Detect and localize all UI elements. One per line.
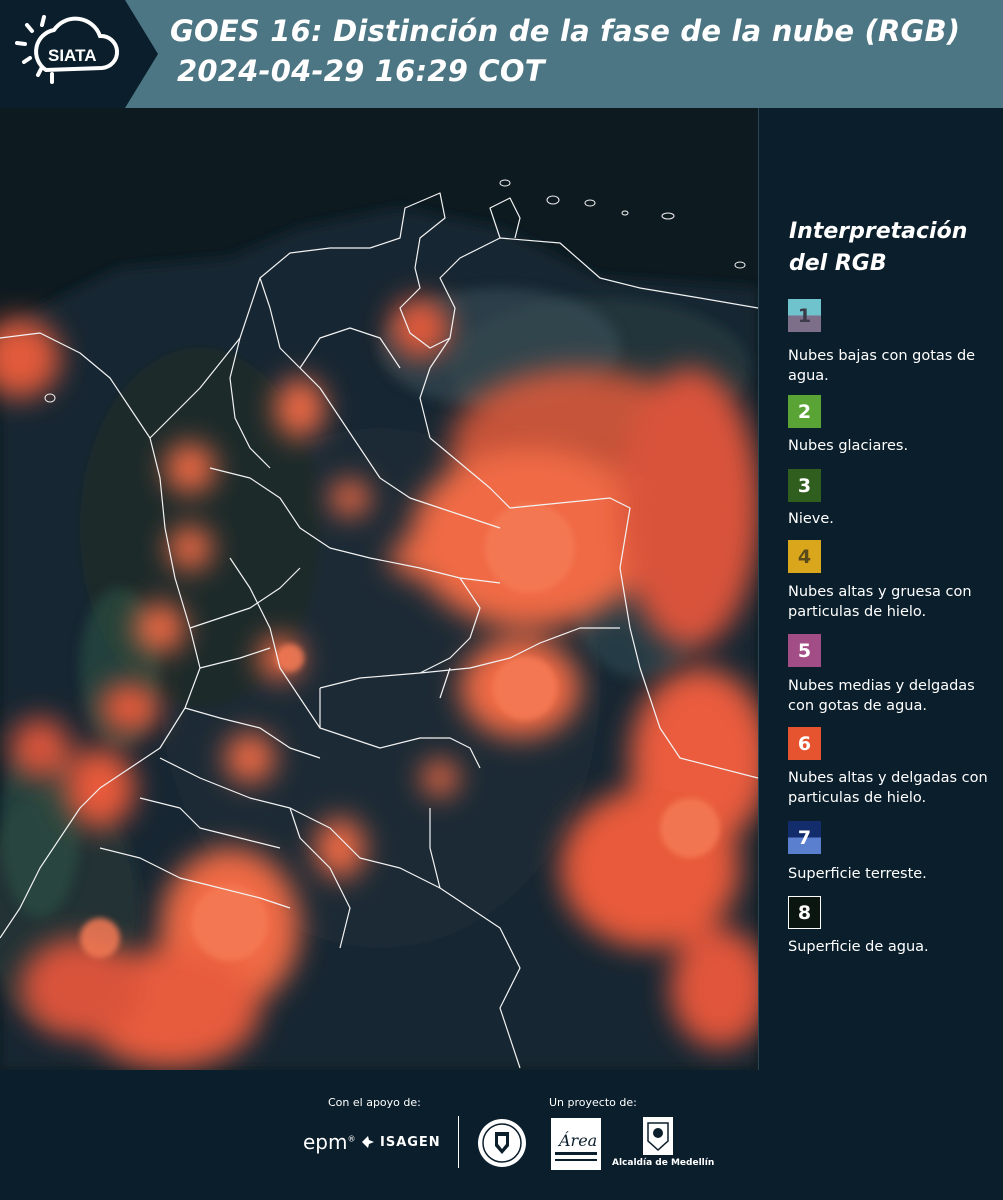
amva-logo-text: Área — [557, 1130, 597, 1150]
project-label: Un proyecto de: — [549, 1096, 637, 1109]
isagen-logo-text: ISAGEN — [380, 1134, 441, 1150]
legend-label-6: Nubes altas y delgadas con particulas de… — [788, 770, 988, 806]
legend-number-1: 1 — [797, 304, 812, 327]
university-seal-icon[interactable] — [477, 1118, 527, 1168]
satellite-image — [0, 108, 758, 1070]
legend-swatch-8: 8 — [788, 896, 821, 929]
footer: Con el apoyo de: Un proyecto de: epm® IS… — [0, 1070, 1003, 1200]
medellin-label: Alcaldía de Medellín — [612, 1158, 715, 1168]
isagen-icon — [362, 1136, 374, 1148]
legend-swatch-5: 5 — [788, 634, 821, 667]
legend-number-8: 8 — [797, 901, 812, 924]
header-bar: SIATA GOES 16: Distinción de la fase de … — [0, 0, 1003, 108]
map-divider — [758, 108, 759, 1070]
legend-number-2: 2 — [797, 400, 812, 423]
legend-swatch-4: 4 — [788, 540, 821, 573]
legend-label-8: Superficie de agua. — [788, 939, 929, 955]
legend-title: Interpretación del RGB — [789, 216, 999, 280]
footer-divider — [458, 1116, 459, 1168]
siata-logo[interactable]: SIATA — [0, 0, 158, 108]
amva-logo[interactable]: Área — [551, 1118, 601, 1170]
medellin-crest-icon[interactable] — [643, 1117, 673, 1155]
legend-number-5: 5 — [797, 639, 812, 662]
isagen-logo[interactable]: ISAGEN — [360, 1134, 441, 1150]
legend-swatch-1: 1 — [788, 299, 821, 332]
legend-swatch-6: 6 — [788, 727, 821, 760]
legend-label-2: Nubes glaciares. — [788, 438, 909, 454]
legend-swatch-7: 7 — [788, 821, 821, 854]
legend-number-3: 3 — [797, 474, 812, 497]
legend-number-4: 4 — [797, 545, 812, 568]
legend-swatch-2: 2 — [788, 395, 821, 428]
legend-panel: Interpretación del RGB 1 Nubes bajas con… — [760, 108, 1003, 1070]
legend-label-3: Nieve. — [788, 511, 834, 527]
legend-title-line2: del RGB — [789, 251, 887, 276]
legend-label-1: Nubes bajas con gotas de agua. — [788, 348, 976, 384]
legend-number-6: 6 — [797, 732, 812, 755]
timestamp: 2024-04-29 16:29 COT — [177, 54, 545, 88]
legend-number-7: 7 — [797, 826, 812, 849]
support-label: Con el apoyo de: — [328, 1096, 421, 1109]
legend-label-5: Nubes medias y delgadas con gotas de agu… — [788, 678, 975, 714]
satellite-map[interactable] — [0, 108, 758, 1070]
siata-logo-text: SIATA — [48, 46, 96, 65]
page-title: GOES 16: Distinción de la fase de la nub… — [170, 14, 961, 48]
legend-label-7: Superficie terreste. — [788, 866, 927, 882]
legend-swatch-3: 3 — [788, 469, 821, 502]
epm-logo[interactable]: epm® — [303, 1130, 355, 1154]
epm-logo-text: epm — [303, 1130, 348, 1154]
legend-title-line1: Interpretación — [789, 219, 968, 244]
legend-label-4: Nubes altas y gruesa con particulas de h… — [788, 584, 972, 620]
